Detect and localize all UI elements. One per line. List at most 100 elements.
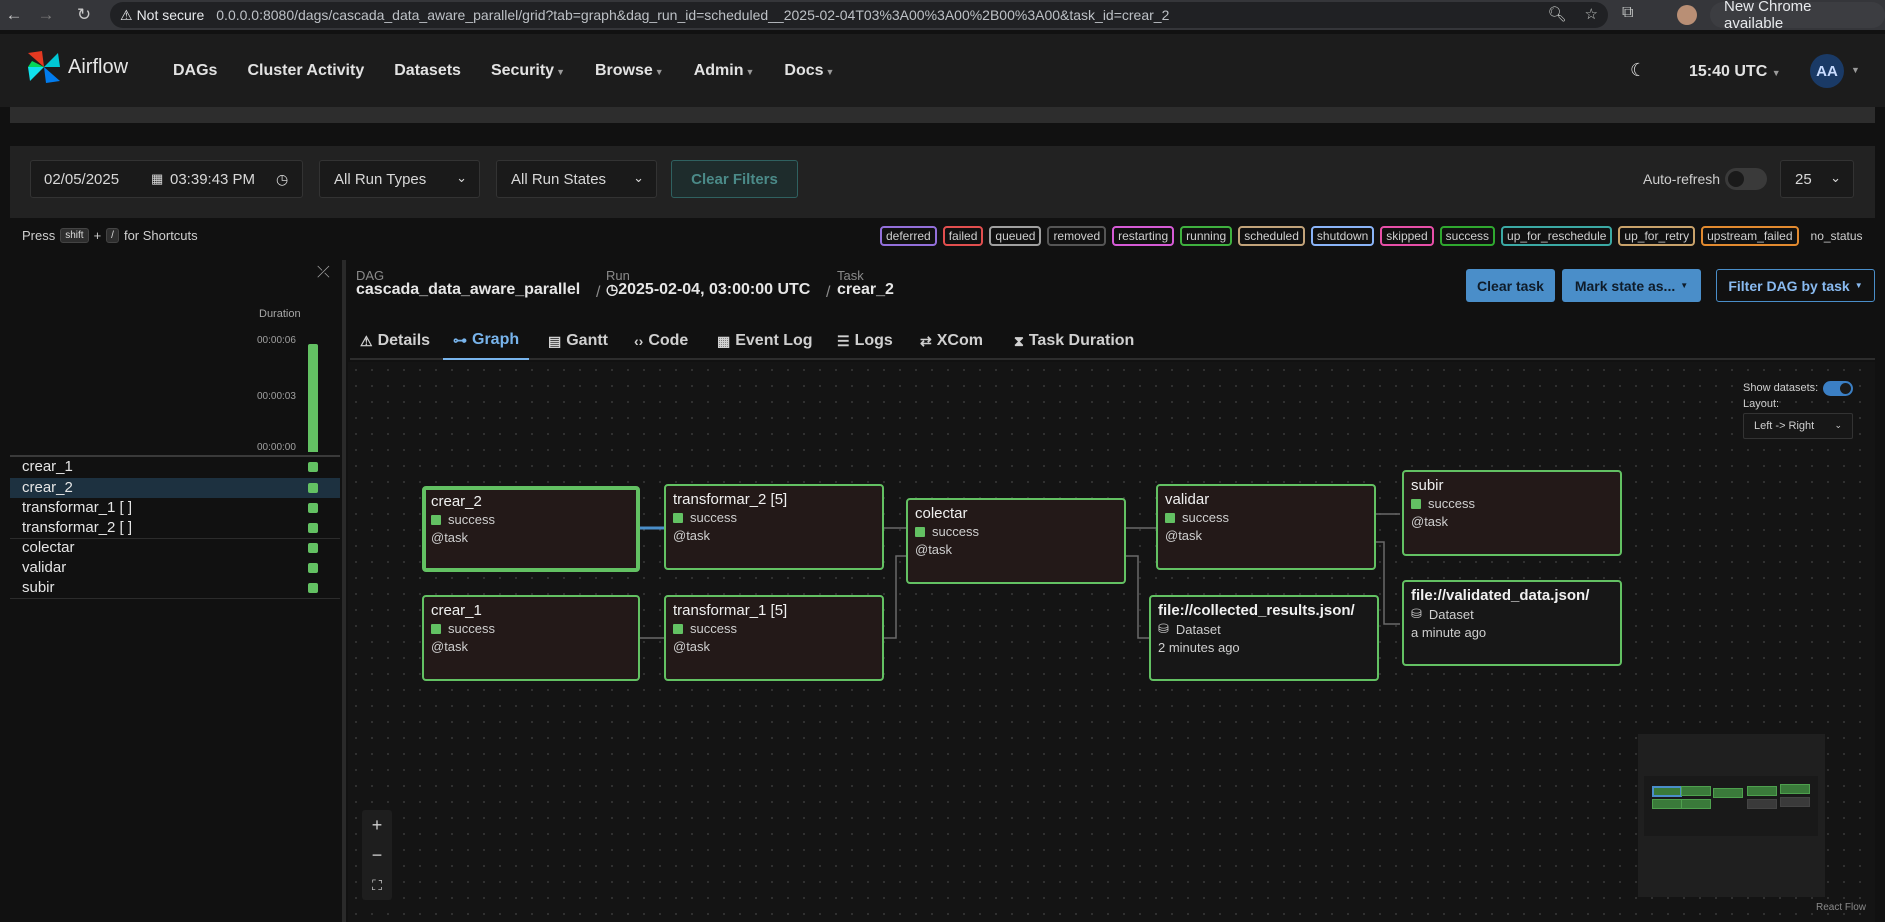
breadcrumb-dag[interactable]: DAG cascada_data_aware_parallel bbox=[356, 268, 580, 299]
zoom-out-icon[interactable]: − bbox=[362, 840, 392, 870]
moon-icon[interactable]: ☾ bbox=[1630, 60, 1646, 81]
dataset-node-collected-results[interactable]: file://collected_results.json/ ⛁ Dataset … bbox=[1149, 595, 1379, 681]
forward-icon[interactable]: → bbox=[32, 1, 60, 29]
task-instance-status-square[interactable] bbox=[308, 583, 318, 593]
legend-scheduled[interactable]: scheduled bbox=[1238, 226, 1305, 246]
auto-refresh-label: Auto-refresh bbox=[1643, 171, 1721, 187]
url-text[interactable]: 0.0.0.0:8080/dags/cascada_data_aware_par… bbox=[216, 7, 1169, 23]
nav-dags[interactable]: DAGs bbox=[173, 62, 217, 80]
clear-filters-button[interactable]: Clear Filters bbox=[671, 160, 798, 198]
legend-restarting[interactable]: restarting bbox=[1112, 226, 1175, 246]
zoom-in-icon[interactable]: + bbox=[362, 810, 392, 840]
task-instance-status-square[interactable] bbox=[308, 523, 318, 533]
react-flow-attribution[interactable]: React Flow bbox=[1816, 902, 1866, 913]
airflow-logo[interactable]: Airflow bbox=[24, 47, 128, 87]
tab-gantt[interactable]: ▤ Gantt bbox=[538, 322, 618, 360]
nav-datasets[interactable]: Datasets bbox=[394, 62, 461, 80]
collapse-grid-icon[interactable]: ⤫ bbox=[317, 264, 330, 282]
legend-no-status[interactable]: no_status bbox=[1805, 226, 1869, 246]
dataset-node-validated-data[interactable]: file://validated_data.json/ ⛁ Dataset a m… bbox=[1402, 580, 1622, 666]
graph-canvas[interactable]: Show datasets: Layout: Left -> Right ⌄ cr… bbox=[348, 362, 1875, 922]
nav-security[interactable]: Security ▼ bbox=[491, 62, 565, 80]
caret-down-icon: ▼ bbox=[1854, 281, 1863, 290]
legend-up-for-reschedule[interactable]: up_for_reschedule bbox=[1501, 226, 1613, 246]
caret-down-icon[interactable]: ▼ bbox=[1851, 65, 1860, 75]
utc-clock[interactable]: 15:40 UTC ▼ bbox=[1689, 63, 1781, 81]
reload-icon[interactable]: ↻ bbox=[70, 1, 98, 29]
list-icon: ☰ bbox=[837, 332, 850, 349]
breadcrumb-run[interactable]: Run ◷2025-02-04, 03:00:00 UTC bbox=[606, 268, 810, 299]
breadcrumb-task[interactable]: Task crear_2 bbox=[837, 268, 894, 299]
grid-task-row[interactable]: transformar_1 [ ] bbox=[10, 498, 340, 518]
state-square bbox=[673, 623, 683, 634]
panel-resize-handle[interactable] bbox=[342, 260, 346, 922]
clear-task-button[interactable]: Clear task bbox=[1466, 269, 1555, 302]
clock-icon[interactable]: ◷ bbox=[276, 171, 288, 188]
run-duration-bar[interactable] bbox=[308, 344, 318, 452]
legend-up-for-retry[interactable]: up_for_retry bbox=[1618, 226, 1696, 246]
legend-running[interactable]: running bbox=[1180, 226, 1233, 246]
legend-failed[interactable]: failed bbox=[942, 226, 984, 246]
legend-success[interactable]: success bbox=[1439, 226, 1496, 246]
legend-skipped[interactable]: skipped bbox=[1380, 226, 1434, 246]
minimap-node bbox=[1780, 797, 1810, 807]
not-secure-indicator[interactable]: ⚠ Not secure bbox=[120, 7, 204, 24]
run-types-select[interactable]: All Run Types ⌄ bbox=[319, 160, 480, 198]
row-divider bbox=[10, 598, 340, 599]
runs-per-page-select[interactable]: 25 ⌄ bbox=[1780, 160, 1854, 198]
nav-cluster-activity[interactable]: Cluster Activity bbox=[247, 62, 364, 80]
tab-task-duration[interactable]: ⧗ Task Duration bbox=[1004, 322, 1144, 360]
task-node-validar[interactable]: validar success @task bbox=[1156, 484, 1376, 570]
task-node-subir[interactable]: subir success @task bbox=[1402, 470, 1622, 556]
tab-graph[interactable]: ⊶ Graph bbox=[443, 322, 530, 360]
legend-removed[interactable]: removed bbox=[1047, 226, 1107, 246]
grid-task-row[interactable]: validar bbox=[10, 558, 340, 578]
detail-tabs: ⚠ Details ⊶ Graph ▤ Gantt ‹› Code ▦ Event Log… bbox=[350, 322, 1875, 360]
auto-refresh-toggle[interactable] bbox=[1725, 168, 1767, 190]
tab-details[interactable]: ⚠ Details bbox=[350, 322, 440, 360]
legend-deferred[interactable]: deferred bbox=[880, 226, 937, 246]
base-date-input[interactable]: 02/05/2025 ▦ 03:39:43 PM ◷ bbox=[30, 160, 303, 198]
grid-task-row[interactable]: crear_2 bbox=[10, 478, 340, 498]
run-states-select[interactable]: All Run States ⌄ bbox=[496, 160, 657, 198]
address-bar[interactable]: ⚠ Not secure 0.0.0.0:8080/dags/cascada_da… bbox=[110, 2, 1608, 28]
zoom-icon[interactable]: 🔍︎ bbox=[1548, 5, 1567, 23]
nav-admin[interactable]: Admin ▼ bbox=[694, 62, 755, 80]
task-instance-status-square[interactable] bbox=[308, 483, 318, 493]
task-node-crear-1[interactable]: crear_1 success @task bbox=[422, 595, 640, 681]
nav-docs[interactable]: Docs ▼ bbox=[784, 62, 834, 80]
browser-toolbar: ← → ↻ ⚠ Not secure 0.0.0.0:8080/dags/casc… bbox=[0, 0, 1885, 32]
tab-xcom[interactable]: ⇄ XCom bbox=[910, 322, 993, 360]
task-instance-status-square[interactable] bbox=[308, 462, 318, 472]
tab-event-log[interactable]: ▦ Event Log bbox=[707, 322, 823, 360]
task-node-transformar-2[interactable]: transformar_2 [5] success @task bbox=[664, 484, 884, 570]
legend-queued[interactable]: queued bbox=[989, 226, 1042, 246]
task-instance-status-square[interactable] bbox=[308, 563, 318, 573]
legend-upstream-failed[interactable]: upstream_failed bbox=[1701, 226, 1799, 246]
bookmark-star-icon[interactable]: ☆ bbox=[1585, 5, 1598, 23]
legend-shutdown[interactable]: shutdown bbox=[1310, 226, 1375, 246]
back-icon[interactable]: ← bbox=[0, 1, 28, 29]
nav-browse[interactable]: Browse ▼ bbox=[595, 62, 664, 80]
grid-task-row[interactable]: transformar_2 [ ] bbox=[10, 518, 340, 539]
calendar-icon[interactable]: ▦ bbox=[151, 171, 163, 187]
filter-dag-by-task-button[interactable]: Filter DAG by task ▼ bbox=[1716, 269, 1875, 302]
new-chrome-button[interactable]: New Chrome available bbox=[1710, 0, 1885, 32]
task-instance-status-square[interactable] bbox=[308, 503, 318, 513]
task-node-colectar[interactable]: colectar success @task bbox=[906, 498, 1126, 584]
grid-task-row[interactable]: crear_1 bbox=[10, 457, 340, 477]
profile-avatar[interactable] bbox=[1677, 5, 1697, 25]
fit-view-icon[interactable]: ⛶ bbox=[362, 870, 392, 900]
minimap-viewport bbox=[1644, 776, 1818, 836]
user-avatar[interactable]: AA bbox=[1810, 54, 1844, 88]
graph-minimap[interactable] bbox=[1638, 734, 1825, 897]
tab-logs[interactable]: ☰ Logs bbox=[827, 322, 903, 360]
task-node-transformar-1[interactable]: transformar_1 [5] success @task bbox=[664, 595, 884, 681]
extensions-icon[interactable]: ⧉ bbox=[1622, 4, 1633, 22]
grid-task-row[interactable]: subir bbox=[10, 578, 340, 599]
tab-code[interactable]: ‹› Code bbox=[624, 322, 698, 360]
task-instance-status-square[interactable] bbox=[308, 543, 318, 553]
mark-state-button[interactable]: Mark state as... ▼ bbox=[1562, 269, 1701, 302]
grid-task-row[interactable]: colectar bbox=[10, 538, 340, 558]
task-node-crear-2[interactable]: crear_2 success @task bbox=[422, 486, 640, 572]
